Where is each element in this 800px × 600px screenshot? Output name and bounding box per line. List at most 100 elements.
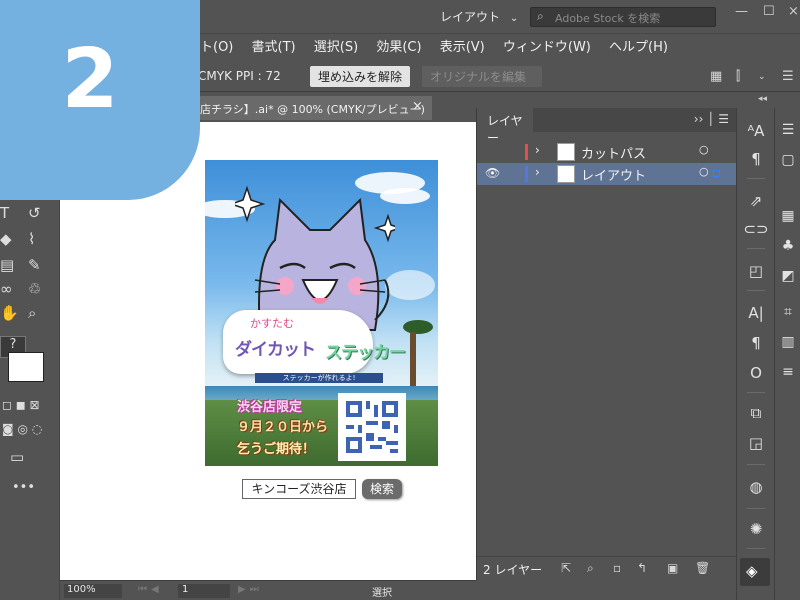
color-guide-icon[interactable]: ▦	[775, 208, 800, 224]
menu-effect[interactable]: 効果(C)	[376, 40, 421, 55]
divider	[747, 464, 765, 465]
menu-help[interactable]: ヘルプ(H)	[609, 40, 668, 55]
type-tool-icon[interactable]: T	[0, 204, 9, 222]
rotate-tool-icon[interactable]: ↺	[28, 204, 41, 222]
eye-icon[interactable]: 👁	[485, 166, 500, 180]
menu-type[interactable]: 書式(T)	[252, 40, 296, 55]
color-mode-icons[interactable]: ◻ ◼ ⊠	[2, 398, 40, 412]
stock-search-input[interactable]: ⌕ Adobe Stock を検索	[530, 7, 716, 27]
flyer-search-button: 検索	[362, 479, 402, 499]
flyer-line-1: 渋谷店限定	[237, 400, 303, 415]
opentype-icon[interactable]: O	[737, 364, 775, 382]
close-window-icon[interactable]: ×	[788, 4, 799, 19]
prev-artboard-icon[interactable]: ⏮◀	[138, 584, 163, 595]
menu-object[interactable]: ト(O)	[200, 40, 233, 55]
transform-icon[interactable]: ⌗	[775, 304, 800, 320]
unembed-button[interactable]: 埋め込みを解除	[310, 66, 411, 87]
pathfinder-icon[interactable]: ◲	[737, 434, 775, 452]
align-icon[interactable]: ⧉	[737, 404, 775, 422]
flyer-title-a: ダイカット	[235, 340, 316, 360]
properties-icon[interactable]: ☰	[775, 122, 800, 138]
gradient-icon[interactable]: ◩	[775, 268, 800, 284]
eraser-tool-icon[interactable]: ◆	[0, 230, 12, 248]
artboards-icon[interactable]: ◰	[737, 262, 775, 280]
artboard-number-field[interactable]: 1	[178, 584, 230, 598]
symbols-icon[interactable]: ✺	[737, 520, 775, 538]
workspace-switcher[interactable]: レイアウト ⌄	[440, 8, 518, 25]
tab-layers[interactable]: レイヤー	[477, 108, 533, 145]
selection-indicator[interactable]	[713, 170, 720, 177]
divider	[747, 548, 765, 549]
expand-arrow-icon[interactable]: ›	[535, 143, 540, 157]
zoom-tool-icon[interactable]: ⌕	[28, 304, 36, 322]
secondary-dock-strip: ☰ ▢ ▦ ♣ ◩ ⌗ ▥ ≡	[774, 108, 800, 600]
expand-arrow-icon[interactable]: ›	[535, 165, 540, 179]
links-icon[interactable]: ⊂⊃	[737, 220, 775, 238]
screen-mode-icon[interactable]: ▭	[10, 448, 24, 466]
gradient-tool-icon[interactable]: ▤	[0, 256, 14, 274]
lasso-tool-icon[interactable]: ⌇	[28, 230, 35, 248]
panel-menu-icon[interactable]: ›› │ ☰	[694, 112, 729, 126]
divider	[747, 290, 765, 291]
layer-target-icon[interactable]: ○	[699, 143, 709, 156]
layer-name[interactable]: カットパス	[581, 143, 646, 162]
export-asset-icon[interactable]: ⇗	[737, 192, 775, 210]
new-layer-icon[interactable]: ▣	[667, 561, 678, 575]
menu-view[interactable]: 表示(V)	[440, 40, 485, 55]
hand-tool-icon[interactable]: ✋	[0, 304, 19, 322]
draw-mode-icons[interactable]: ◙ ◎ ◌	[2, 422, 42, 436]
workspace-label: レイアウト	[440, 10, 501, 24]
layers-dock-button[interactable]: ◈	[740, 558, 770, 586]
chevron-down-icon[interactable]: ⌄	[758, 72, 766, 82]
character-styles-icon[interactable]: ᴬA	[737, 122, 775, 140]
swatches-icon[interactable]: ▢	[775, 152, 800, 168]
paragraph-icon[interactable]: ¶	[737, 334, 775, 352]
eyedropper-tool-icon[interactable]: ✎	[28, 256, 41, 274]
document-tab[interactable]: 店チラシ】.ai* @ 100% (CMYK/プレビュー)	[198, 96, 432, 120]
minimize-icon[interactable]: —	[735, 4, 748, 19]
layer-target-icon[interactable]: ○	[699, 165, 709, 178]
next-artboard-icon[interactable]: ▶⏭	[238, 584, 263, 595]
layer-count: 2 レイヤー	[483, 563, 543, 577]
layer-thumbnail	[557, 165, 575, 183]
edit-original-button[interactable]: オリジナルを編集	[422, 66, 542, 87]
trash-icon[interactable]: 🗑	[695, 561, 710, 575]
layer-row-cutpath[interactable]: › カットパス ○	[477, 141, 737, 163]
brushes-icon[interactable]: ♣	[775, 238, 800, 254]
paragraph-styles-icon[interactable]: ¶	[737, 150, 775, 168]
divider	[747, 392, 765, 393]
illustrator-window: レイアウト ⌄ ⌕ Adobe Stock を検索 — ☐ × ト(O) 書式(…	[0, 0, 800, 600]
stroke-icon[interactable]: ≡	[775, 364, 800, 380]
close-tab-icon[interactable]: ×	[412, 99, 423, 114]
export-icon[interactable]: ⇱	[561, 561, 571, 575]
menu-window[interactable]: ウィンドウ(W)	[503, 40, 591, 55]
qr-pattern	[346, 401, 398, 453]
panel-menu-icon[interactable]: ☰	[782, 69, 794, 84]
align-grid-icon[interactable]: ▦	[710, 69, 722, 84]
transform-icon[interactable]: ⫿	[736, 69, 740, 84]
transparency-icon[interactable]: ▥	[775, 334, 800, 350]
symbol-tool-icon[interactable]: ♲	[28, 280, 41, 298]
collapse-panels-icon[interactable]: ◂◂	[758, 94, 767, 104]
clipping-mask-icon[interactable]: ▫	[613, 561, 621, 575]
character-icon[interactable]: A|	[737, 304, 775, 322]
flyer-search-box: キンコーズ渋谷店	[242, 479, 356, 499]
new-sublayer-icon[interactable]: ↰	[637, 561, 647, 575]
layers-footer: 2 レイヤー ⇱ ⌕ ▫ ↰ ▣ 🗑	[477, 556, 737, 580]
menu-select[interactable]: 選択(S)	[314, 40, 358, 55]
maximize-icon[interactable]: ☐	[763, 4, 775, 19]
layer-row-layout[interactable]: 👁 › レイアウト ○	[477, 163, 737, 185]
layer-thumbnail	[557, 143, 575, 161]
qr-code	[338, 393, 406, 461]
flyer-artwork[interactable]: かすたむ ダイカット ステッカー ステッカーが作れるよ! 渋谷店限定 ９月２０日…	[205, 160, 438, 466]
step-number: 2	[61, 32, 119, 127]
search-icon: ⌕	[537, 9, 544, 23]
appearance-icon[interactable]: ◍	[737, 478, 775, 496]
more-tools-icon[interactable]: •••	[12, 480, 35, 495]
color-mode-info: CMYK PPI : 72	[198, 69, 281, 83]
locate-object-icon[interactable]: ⌕	[587, 561, 594, 576]
zoom-level-field[interactable]: 100%	[64, 584, 122, 598]
layer-name[interactable]: レイアウト	[581, 165, 646, 184]
blend-tool-icon[interactable]: ∞	[0, 280, 13, 298]
fill-stroke-swatch[interactable]	[8, 352, 44, 382]
